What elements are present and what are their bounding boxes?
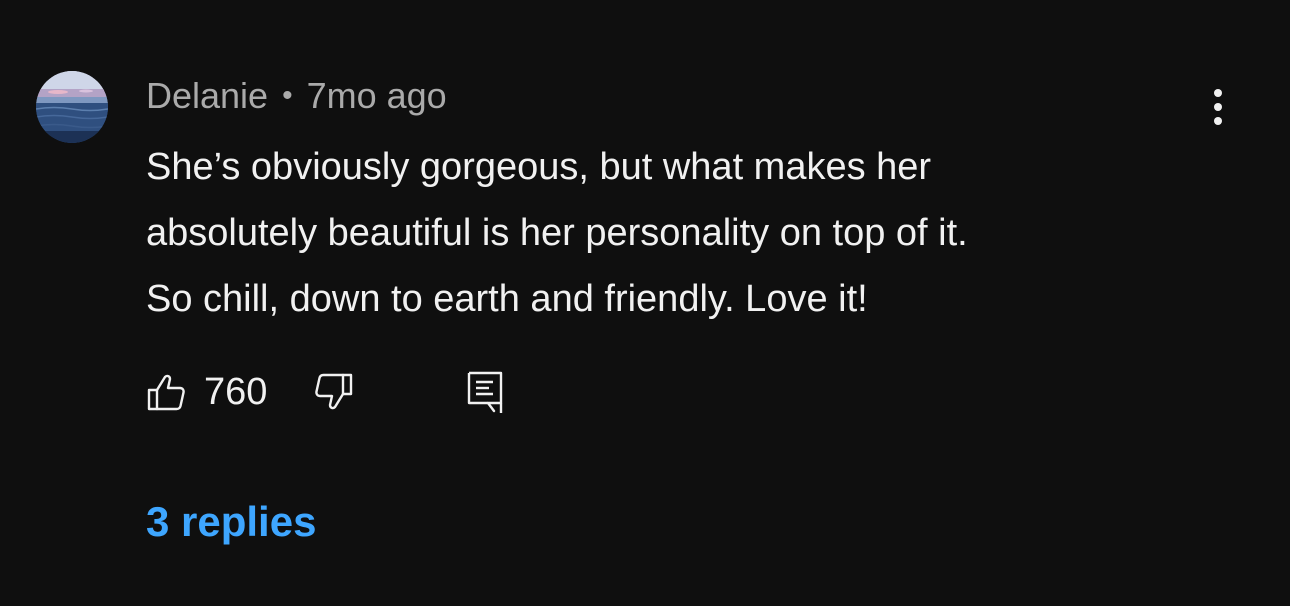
thumbs-up-icon: [147, 374, 185, 411]
more-options-button[interactable]: [1198, 84, 1238, 130]
like-button[interactable]: [146, 366, 186, 418]
view-replies-link[interactable]: 3 replies: [146, 496, 316, 548]
comment-actions: 760: [146, 366, 546, 418]
comment-text-line: She’s obviously gorgeous, but what makes…: [146, 146, 932, 188]
thumbs-down-icon: [315, 373, 353, 410]
comment-text-line: So chill, down to earth and friendly. Lo…: [146, 278, 868, 320]
comment-text: She’s obviously gorgeous, but what makes…: [146, 134, 1206, 332]
reply-button[interactable]: [466, 366, 504, 418]
comment-text-line: absolutely beautiful is her personality …: [146, 212, 968, 254]
author-name[interactable]: Delanie: [146, 75, 268, 117]
separator-dot: •: [282, 79, 293, 112]
comment-header: Delanie • 7mo ago: [146, 74, 447, 118]
like-count: 760: [204, 371, 268, 413]
ocean-sunset-avatar-icon: [36, 71, 108, 143]
more-vertical-icon: [1214, 89, 1222, 125]
comment-reply-icon: [467, 371, 503, 413]
dislike-button[interactable]: [314, 366, 354, 418]
comment-thread: Delanie • 7mo ago She’s obviously gorgeo…: [0, 0, 1290, 606]
comment-timestamp[interactable]: 7mo ago: [307, 75, 447, 117]
avatar[interactable]: [36, 71, 108, 143]
